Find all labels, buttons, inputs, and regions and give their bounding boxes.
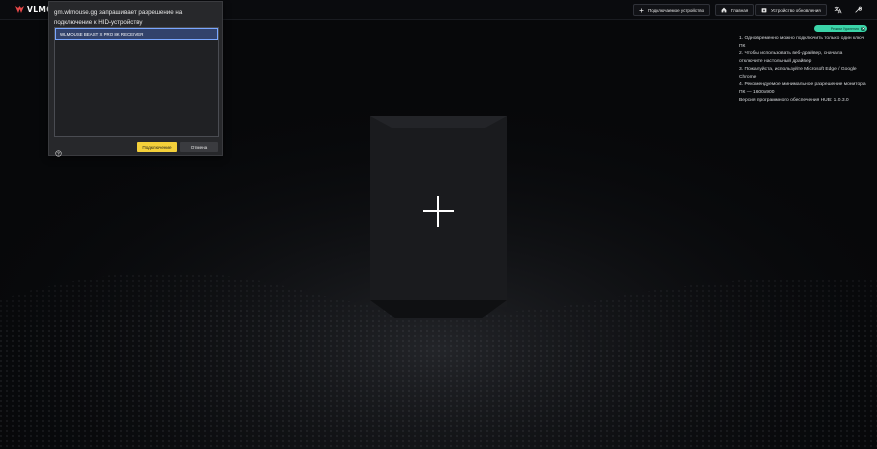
- home-button[interactable]: Главная: [715, 4, 755, 16]
- update-device-label: Устройство обновления: [771, 7, 821, 13]
- close-icon: [861, 27, 865, 30]
- cancel-button[interactable]: Отмена: [180, 142, 218, 152]
- instruction-line: 4. Рекомендуемое минимальное разрешение …: [739, 82, 866, 95]
- connect-button[interactable]: Подключение: [137, 142, 177, 152]
- instruction-line: 2. Чтобы использовать веб-драйвер, снача…: [739, 51, 843, 65]
- add-device-plus-icon[interactable]: [423, 196, 454, 227]
- logo-wing-icon: [15, 6, 24, 13]
- toggle-knob: [861, 26, 865, 31]
- instructions-panel: 1. Одновременно можно подключить только …: [739, 35, 867, 104]
- update-icon: [761, 8, 767, 13]
- removal-mode-toggle[interactable]: Режим Удаления: [814, 25, 867, 32]
- connect-device-label: Подключаемое устройство: [648, 7, 705, 13]
- instruction-line: 3. Пожалуйста, используйте Microsoft Edg…: [739, 66, 857, 80]
- device-list: WLMOUSE BEAST X PRO 8K RECEIVER: [54, 27, 219, 137]
- help-icon[interactable]: [55, 144, 62, 157]
- wrench-icon: [855, 6, 862, 13]
- home-icon: [721, 7, 727, 13]
- connect-device-button[interactable]: Подключаемое устройство: [633, 4, 711, 16]
- instruction-line: 1. Одновременно можно подключить только …: [739, 36, 865, 49]
- home-label: Главная: [731, 7, 749, 13]
- removal-mode-label: Режим Удаления: [830, 26, 859, 31]
- settings-button[interactable]: [853, 5, 863, 15]
- translate-icon: [834, 6, 842, 14]
- hid-permission-dialog: gm.wlmouse.gg запрашивает разрешение на …: [48, 1, 223, 157]
- question-circle-icon: [55, 150, 62, 157]
- list-item-device[interactable]: WLMOUSE BEAST X PRO 8K RECEIVER: [55, 28, 218, 40]
- dialog-title: gm.wlmouse.gg запрашивает разрешение на …: [54, 9, 183, 26]
- device-slot-top: [370, 116, 507, 128]
- plus-icon: [639, 8, 644, 12]
- language-button[interactable]: [833, 5, 843, 15]
- update-device-button[interactable]: Устройство обновления: [755, 4, 827, 16]
- software-version: Версия программного обеспечения HUB: 1.0…: [739, 97, 849, 103]
